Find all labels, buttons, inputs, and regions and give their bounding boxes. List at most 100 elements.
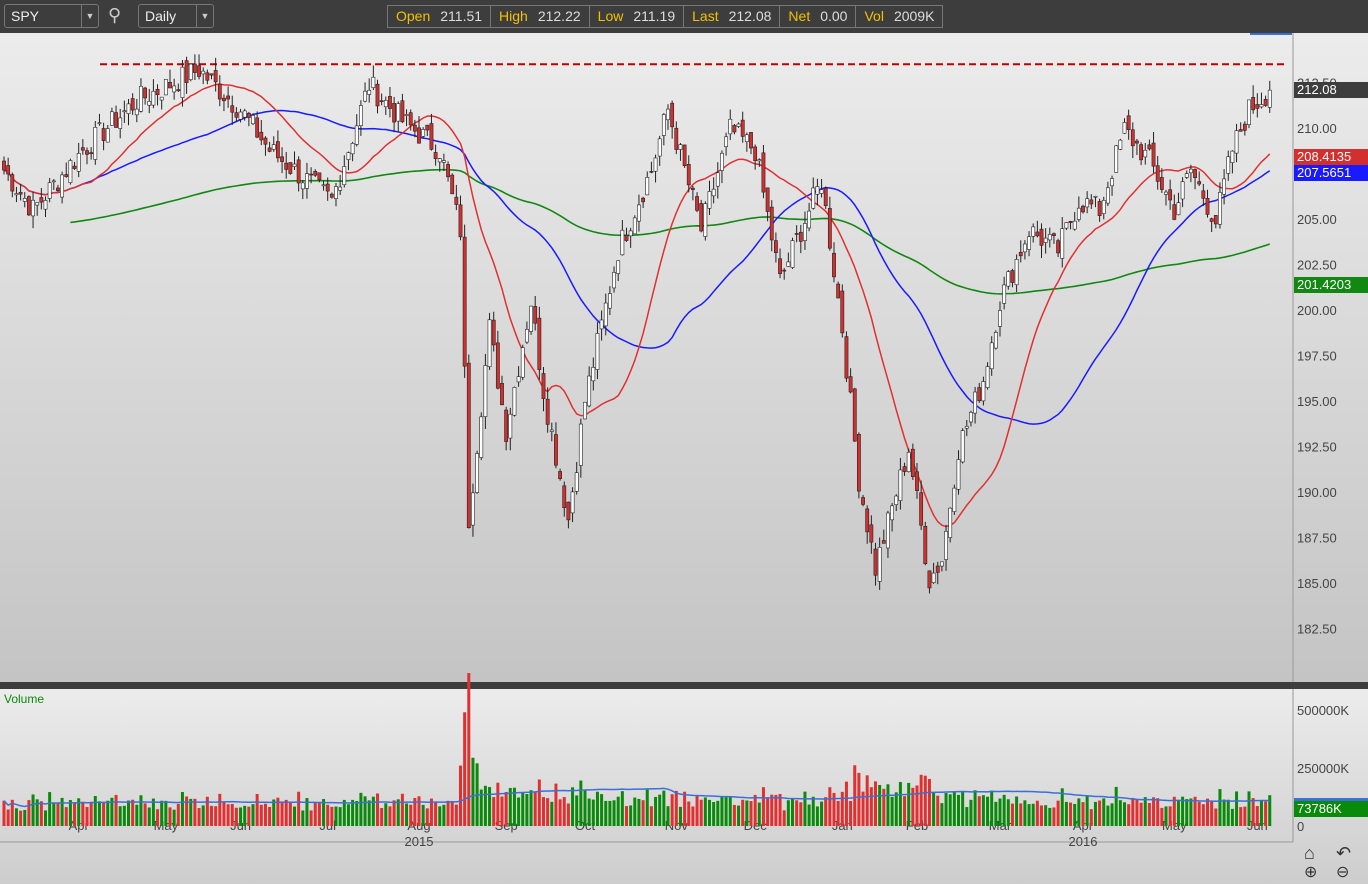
candle [890, 505, 895, 521]
sma-green-tag: 201.4203 [1294, 277, 1368, 293]
candle [981, 381, 986, 402]
candle [168, 82, 172, 89]
volume-bar [64, 807, 68, 826]
price-chart[interactable]: 212.50210.00207.50205.00202.50200.00197.… [0, 0, 1368, 884]
volume-bar [811, 796, 815, 826]
volume-bar [1031, 803, 1035, 826]
candle [898, 469, 903, 501]
candle [861, 497, 865, 505]
candle [309, 173, 314, 176]
candle [213, 70, 218, 83]
volume-bar [392, 800, 396, 826]
candle [1006, 271, 1011, 287]
candle [396, 103, 401, 122]
volume-bar [579, 780, 583, 826]
undo-icon[interactable]: ↶ [1336, 843, 1351, 864]
candle [134, 108, 139, 116]
volume-bar [745, 800, 749, 826]
candle [263, 137, 268, 145]
candle [570, 491, 575, 514]
volume-bar [93, 795, 97, 826]
candle [537, 317, 542, 370]
volume-bar [438, 806, 442, 826]
volume-bar [521, 792, 525, 826]
candle [1135, 140, 1139, 144]
volume-bar [919, 774, 923, 826]
zoom-out-icon[interactable]: ⊖ [1336, 862, 1349, 882]
volume-bar [537, 779, 541, 826]
candle [51, 180, 56, 183]
volume-bar [259, 804, 263, 826]
volume-bar [820, 801, 824, 826]
candle [126, 103, 131, 114]
candle [475, 453, 480, 493]
candle [661, 114, 666, 136]
volume-bar [85, 807, 89, 826]
volume-bar [981, 795, 985, 826]
candle [1213, 215, 1218, 225]
volume-bar [1259, 800, 1263, 826]
volume-bar [649, 806, 653, 826]
zoom-in-icon[interactable]: ⊕ [1304, 862, 1317, 882]
candle [487, 319, 492, 367]
candle [740, 119, 745, 137]
candle [462, 236, 467, 367]
volume-bar [1226, 799, 1230, 826]
volume-bar [558, 799, 562, 826]
volume-bar [380, 808, 384, 826]
candle [97, 122, 102, 125]
candle [1089, 199, 1094, 205]
candle [271, 144, 276, 150]
volume-bar [990, 790, 994, 826]
candle [840, 290, 845, 334]
candle [881, 540, 886, 544]
candle [637, 204, 641, 222]
volume-tick-label: 250000K [1297, 761, 1349, 776]
candle [1267, 89, 1272, 108]
volume-bar [683, 791, 687, 826]
candle [973, 391, 978, 414]
volume-bar [795, 800, 799, 826]
volume-bar [122, 805, 126, 826]
candle [749, 132, 753, 149]
candle [1209, 218, 1214, 222]
volume-bar [898, 781, 902, 826]
volume-bar [297, 791, 301, 826]
volume-bar [791, 798, 794, 826]
volume-bar [1081, 802, 1085, 826]
volume-bar [741, 799, 745, 826]
candle [1114, 145, 1119, 173]
pane-divider[interactable] [0, 682, 1368, 689]
volume-bar [890, 796, 894, 826]
candle [620, 229, 625, 256]
home-icon[interactable]: ⌂ [1304, 843, 1315, 864]
volume-bar [1164, 806, 1168, 826]
candle [915, 471, 919, 491]
candle [1234, 130, 1239, 154]
volume-bar [1218, 789, 1222, 826]
candle [284, 162, 289, 170]
volume-bar [1089, 809, 1093, 826]
volume-bar [39, 801, 43, 826]
candle [578, 423, 583, 466]
volume-bar [666, 806, 670, 826]
volume-bar [874, 781, 877, 826]
volume-bar [1056, 800, 1060, 826]
volume-bar [463, 712, 467, 826]
volume-bar [886, 784, 890, 826]
candle [607, 293, 612, 309]
candle [275, 141, 280, 159]
candle [155, 89, 160, 96]
candle [39, 197, 44, 203]
candle [197, 65, 201, 77]
candle [794, 233, 799, 235]
volume-bar [31, 794, 35, 826]
candle [255, 117, 260, 138]
candle [823, 187, 828, 207]
candle [130, 98, 135, 111]
candle [346, 152, 351, 160]
volume-bar [678, 806, 682, 826]
volume-bar [1093, 801, 1097, 826]
volume-bar [761, 787, 765, 826]
volume-bar [139, 795, 143, 826]
